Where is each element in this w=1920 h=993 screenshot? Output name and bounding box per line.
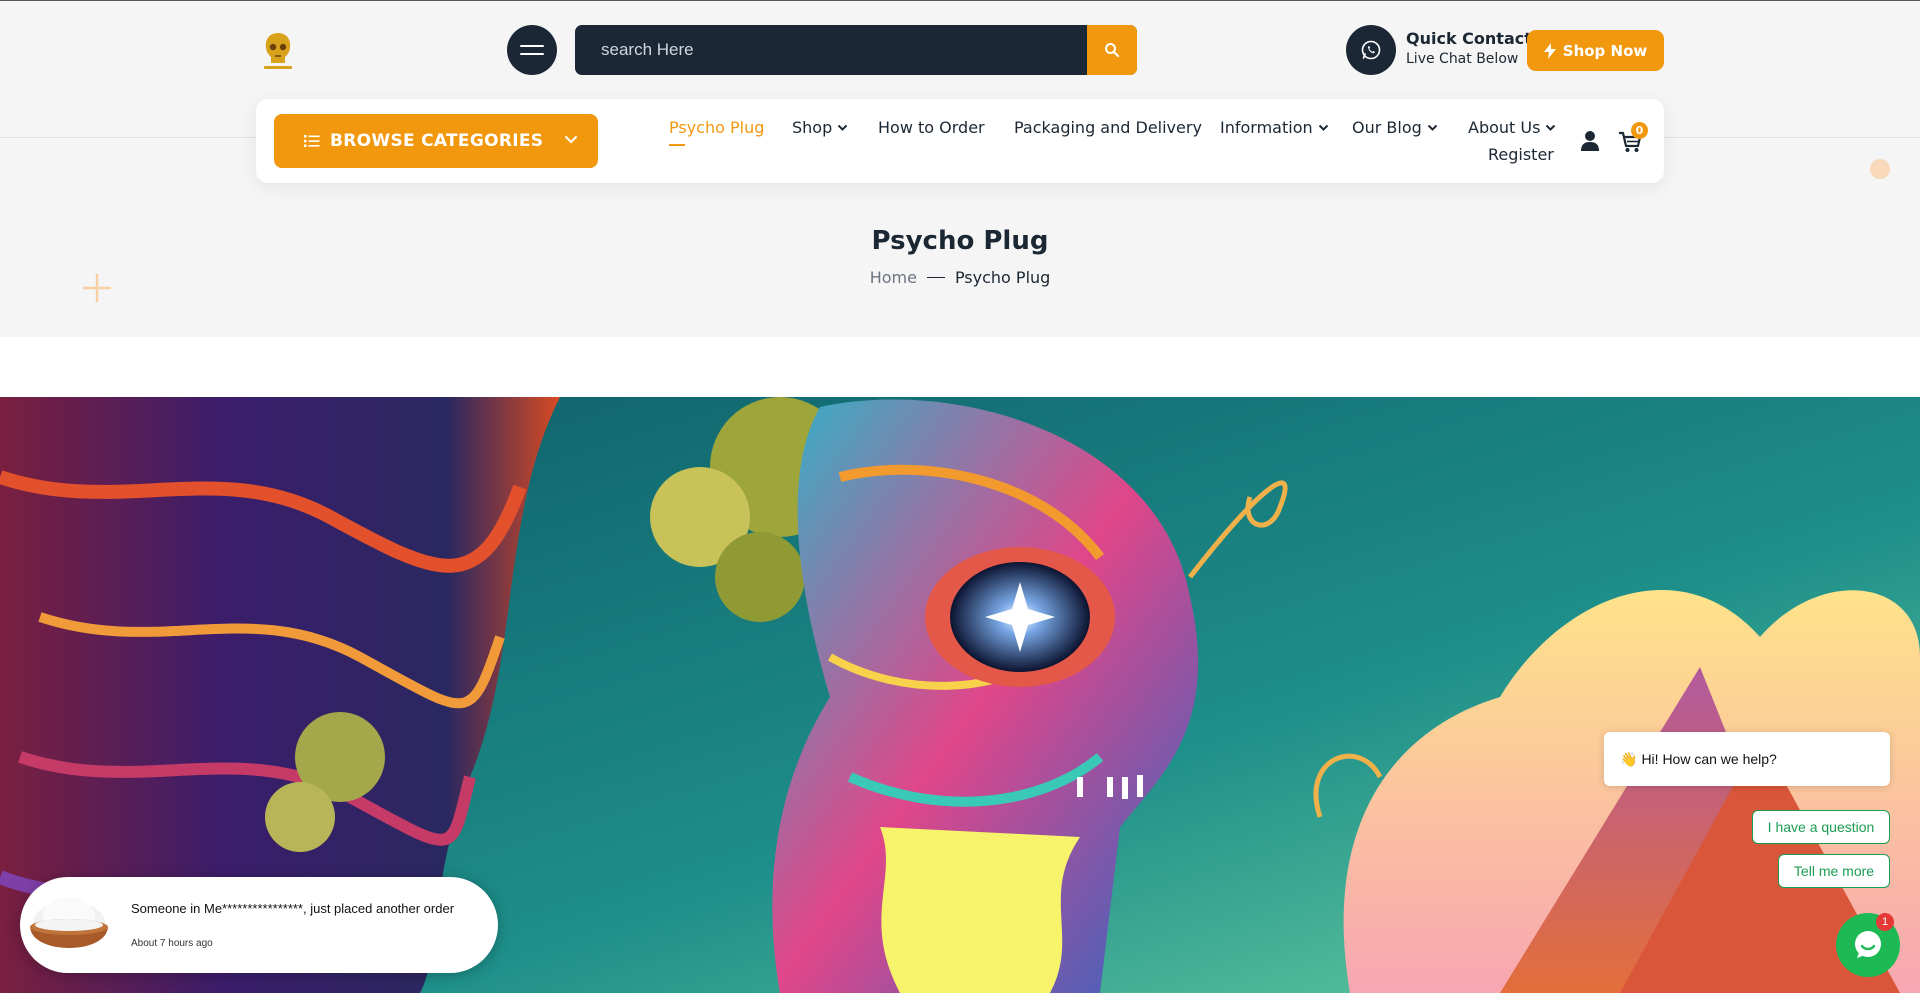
list-icon bbox=[304, 135, 320, 147]
chat-icon bbox=[1855, 931, 1881, 958]
user-icon bbox=[1581, 131, 1599, 151]
chat-option-question[interactable]: I have a question bbox=[1752, 810, 1890, 844]
quick-contact-title: Quick Contact bbox=[1406, 29, 1532, 48]
search-button[interactable] bbox=[1087, 25, 1137, 75]
main-navigation: BROWSE CATEGORIES Psycho Plug Shop How t… bbox=[256, 99, 1664, 183]
nav-label: Our Blog bbox=[1352, 118, 1422, 137]
product-thumbnail bbox=[24, 885, 114, 965]
search-icon bbox=[1105, 43, 1120, 58]
nav-label: How to Order bbox=[878, 118, 985, 137]
breadcrumb-current: Psycho Plug bbox=[954, 268, 1051, 287]
breadcrumb-separator bbox=[926, 276, 945, 279]
nav-information[interactable]: Information bbox=[1220, 118, 1329, 137]
chevron-down-icon bbox=[1427, 124, 1437, 131]
whatsapp-icon bbox=[1361, 40, 1381, 60]
chevron-down-icon bbox=[1546, 124, 1556, 131]
nav-how-to-order[interactable]: How to Order bbox=[878, 118, 985, 137]
nav-label: Shop bbox=[792, 118, 833, 137]
popup-message: Someone in Me****************, just plac… bbox=[131, 901, 455, 916]
nav-shop[interactable]: Shop bbox=[792, 118, 848, 137]
chevron-down-icon bbox=[838, 124, 848, 131]
browse-categories-label: BROWSE CATEGORIES bbox=[330, 131, 544, 151]
chevron-down-icon bbox=[1318, 124, 1328, 131]
breadcrumb-home-link[interactable]: Home bbox=[870, 268, 917, 287]
shop-now-label: Shop Now bbox=[1562, 41, 1648, 60]
hamburger-icon bbox=[520, 53, 544, 55]
chat-greeting-bubble: 👋 Hi! How can we help? bbox=[1604, 732, 1890, 786]
popup-time: About 7 hours ago bbox=[131, 938, 213, 949]
nav-label: Psycho Plug bbox=[669, 118, 765, 137]
search-input[interactable] bbox=[575, 25, 1137, 75]
nav-register-link[interactable]: Register bbox=[1488, 145, 1554, 164]
nav-about-us[interactable]: About Us bbox=[1468, 118, 1556, 137]
shop-now-button[interactable]: Shop Now bbox=[1527, 30, 1664, 71]
chat-greeting-text: Hi! How can we help? bbox=[1641, 751, 1777, 767]
dot-decoration bbox=[1870, 159, 1890, 179]
chat-option-tell-more[interactable]: Tell me more bbox=[1778, 854, 1890, 888]
site-logo[interactable] bbox=[256, 30, 300, 72]
bolt-icon bbox=[1543, 42, 1556, 59]
quick-contact-subtitle: Live Chat Below bbox=[1406, 51, 1519, 67]
account-button[interactable] bbox=[1580, 130, 1600, 156]
page-title: Psycho Plug bbox=[871, 226, 1049, 256]
nav-packaging-delivery[interactable]: Packaging and Delivery bbox=[1014, 118, 1202, 137]
wave-hand-icon: 👋 bbox=[1620, 750, 1638, 767]
nav-psycho-plug[interactable]: Psycho Plug bbox=[669, 118, 765, 146]
search-bar bbox=[575, 25, 1137, 75]
cart-count-badge: 0 bbox=[1631, 122, 1648, 139]
hamburger-icon bbox=[520, 45, 544, 47]
breadcrumb: Home Psycho Plug bbox=[0, 268, 1920, 287]
nav-label: Packaging and Delivery bbox=[1014, 118, 1202, 137]
nav-label: About Us bbox=[1468, 118, 1541, 137]
chat-notification-badge: 1 bbox=[1876, 913, 1894, 931]
nav-our-blog[interactable]: Our Blog bbox=[1352, 118, 1438, 137]
whatsapp-button[interactable] bbox=[1346, 25, 1396, 75]
chevron-down-icon bbox=[565, 136, 577, 144]
recent-order-popup[interactable]: Someone in Me****************, just plac… bbox=[20, 877, 498, 973]
menu-toggle-button[interactable] bbox=[507, 25, 557, 75]
browse-categories-button[interactable]: BROWSE CATEGORIES bbox=[274, 114, 598, 168]
nav-label: Information bbox=[1220, 118, 1313, 137]
